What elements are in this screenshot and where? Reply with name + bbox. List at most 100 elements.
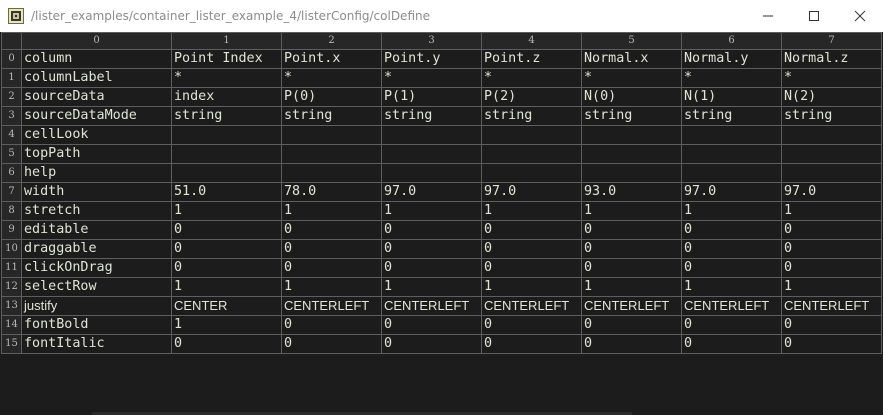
grid-cell[interactable] (581, 144, 682, 164)
row-header[interactable]: 0 (1, 49, 22, 69)
grid-cell[interactable]: 1 (681, 201, 782, 221)
table-row[interactable]: 2 sourceData index P(0) P(1) P(2) N(0) N(1) N(2) (1, 87, 882, 107)
table-row[interactable]: 14 fontBold 1 0 0 0 0 0 0 (1, 315, 882, 335)
grid-cell[interactable]: * (581, 68, 682, 88)
field-name-cell[interactable]: width (21, 182, 172, 202)
grid-cell[interactable]: 0 (581, 220, 682, 240)
grid-cell[interactable]: * (781, 68, 882, 88)
grid-cell[interactable]: * (381, 68, 482, 88)
grid-cell[interactable]: 1 (171, 315, 282, 335)
grid-cell[interactable]: string (681, 106, 782, 126)
column-header[interactable]: 2 (281, 32, 382, 50)
column-header[interactable]: 6 (681, 32, 782, 50)
table-row[interactable]: 0 column Point Index Point.x Point.y Point.z N… (1, 49, 882, 69)
field-name-cell[interactable]: justify (21, 296, 172, 316)
field-name-cell[interactable]: topPath (21, 144, 172, 164)
field-name-cell[interactable]: sourceDataMode (21, 106, 172, 126)
grid-cell[interactable]: 0 (781, 315, 882, 335)
field-name-cell[interactable]: fontBold (21, 315, 172, 335)
grid-cell[interactable]: 0 (171, 239, 282, 259)
grid-cell[interactable] (281, 144, 382, 164)
table-row[interactable]: 9 editable 0 0 0 0 0 0 0 (1, 220, 882, 240)
grid-cell[interactable]: 1 (581, 277, 682, 297)
grid-cell[interactable]: 0 (281, 315, 382, 335)
minimize-button[interactable] (745, 0, 791, 32)
grid-cell[interactable] (481, 163, 582, 183)
grid-cell[interactable] (171, 125, 282, 145)
row-header[interactable]: 10 (1, 239, 22, 259)
table-row[interactable]: 10 draggable 0 0 0 0 0 0 0 (1, 239, 882, 259)
grid-cell[interactable]: 0 (481, 239, 582, 259)
row-header[interactable]: 7 (1, 182, 22, 202)
grid-cell[interactable] (581, 163, 682, 183)
grid-cell[interactable] (681, 144, 782, 164)
grid-cell[interactable]: 0 (381, 239, 482, 259)
grid-cell[interactable]: 0 (481, 334, 582, 354)
field-name-cell[interactable]: editable (21, 220, 172, 240)
grid-cell[interactable]: 0 (781, 239, 882, 259)
grid-cell[interactable]: 1 (681, 277, 782, 297)
grid-cell[interactable]: Point Index (171, 49, 282, 69)
grid-cell[interactable]: 1 (381, 201, 482, 221)
grid-cell[interactable]: Normal.z (781, 49, 882, 69)
grid-cell[interactable]: CENTERLEFT (781, 296, 882, 316)
field-name-cell[interactable]: fontItalic (21, 334, 172, 354)
grid-cell[interactable]: 0 (281, 334, 382, 354)
grid-cell[interactable]: 0 (171, 334, 282, 354)
row-header[interactable]: 11 (1, 258, 22, 278)
grid-cell[interactable]: N(0) (581, 87, 682, 107)
grid-cell[interactable]: 1 (781, 277, 882, 297)
row-header[interactable]: 8 (1, 201, 22, 221)
field-name-cell[interactable]: clickOnDrag (21, 258, 172, 278)
grid-cell[interactable]: 0 (581, 258, 682, 278)
grid-cell[interactable]: 0 (681, 220, 782, 240)
grid-cell[interactable]: 0 (581, 334, 682, 354)
column-header[interactable]: 7 (781, 32, 882, 50)
grid-cell[interactable] (781, 125, 882, 145)
table-row[interactable]: 7 width 51.0 78.0 97.0 97.0 93.0 97.0 97.0 (1, 182, 882, 202)
grid-cell[interactable]: Normal.x (581, 49, 682, 69)
column-header[interactable]: 4 (481, 32, 582, 50)
grid-cell[interactable]: N(1) (681, 87, 782, 107)
grid-cell[interactable]: CENTER (171, 296, 282, 316)
grid-cell[interactable]: 97.0 (781, 182, 882, 202)
grid-cell[interactable]: 0 (171, 258, 282, 278)
field-name-cell[interactable]: columnLabel (21, 68, 172, 88)
field-name-cell[interactable]: help (21, 163, 172, 183)
field-name-cell[interactable]: sourceData (21, 87, 172, 107)
grid-cell[interactable]: * (281, 68, 382, 88)
grid-cell[interactable]: 0 (781, 220, 882, 240)
table-row[interactable]: 11 clickOnDrag 0 0 0 0 0 0 0 (1, 258, 882, 278)
field-name-cell[interactable]: stretch (21, 201, 172, 221)
grid-cell[interactable]: 97.0 (381, 182, 482, 202)
grid-cell[interactable]: P(2) (481, 87, 582, 107)
row-header[interactable]: 13 (1, 296, 22, 316)
grid-cell[interactable]: 0 (381, 334, 482, 354)
grid-cell[interactable]: 1 (281, 201, 382, 221)
grid-cell[interactable]: 1 (171, 277, 282, 297)
grid-cell[interactable] (381, 144, 482, 164)
grid-cell[interactable]: 0 (681, 239, 782, 259)
row-header[interactable]: 14 (1, 315, 22, 335)
grid-cell[interactable]: CENTERLEFT (681, 296, 782, 316)
field-name-cell[interactable]: column (21, 49, 172, 69)
table-row[interactable]: 4 cellLook (1, 125, 882, 145)
grid-cell[interactable]: 0 (281, 258, 382, 278)
lister-grid[interactable]: 0 1 2 3 4 5 6 7 0 column Point Index Point.x Point.y… (1, 32, 882, 354)
grid-cell[interactable]: 0 (681, 315, 782, 335)
grid-cell[interactable]: 0 (781, 334, 882, 354)
grid-cell[interactable]: 0 (481, 220, 582, 240)
grid-cell[interactable]: 1 (481, 201, 582, 221)
grid-cell[interactable] (171, 163, 282, 183)
corner-cell[interactable] (1, 32, 22, 50)
grid-cell[interactable]: 0 (281, 239, 382, 259)
row-header[interactable]: 9 (1, 220, 22, 240)
grid-cell[interactable]: CENTERLEFT (481, 296, 582, 316)
grid-cell[interactable]: N(2) (781, 87, 882, 107)
app-icon[interactable] (8, 8, 24, 24)
row-header[interactable]: 6 (1, 163, 22, 183)
table-row[interactable]: 3 sourceDataMode string string string string s… (1, 106, 882, 126)
field-name-cell[interactable]: draggable (21, 239, 172, 259)
table-row[interactable]: 6 help (1, 163, 882, 183)
grid-cell[interactable]: string (281, 106, 382, 126)
